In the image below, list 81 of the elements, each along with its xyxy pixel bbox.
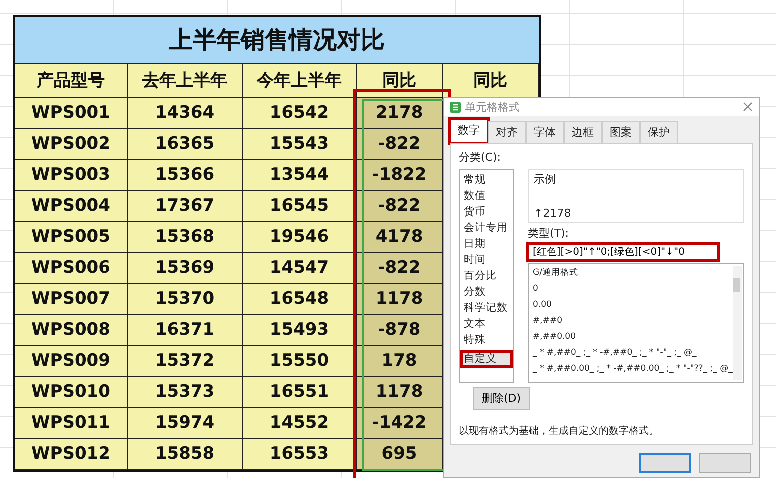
table-cell: -822 (357, 129, 443, 160)
category-item[interactable]: 数值 (460, 188, 513, 204)
table-cell: WPS010 (15, 377, 128, 408)
format-item[interactable]: #,##0 (533, 314, 562, 328)
category-item[interactable]: 文本 (460, 316, 513, 332)
category-item[interactable]: 百分比 (460, 268, 513, 284)
table-cell: WPS007 (15, 284, 128, 315)
table-cell: 14364 (128, 98, 243, 129)
category-item[interactable]: 自定义 (460, 350, 513, 368)
format-item[interactable]: 0.00 (533, 298, 552, 312)
tab[interactable]: 数字 (450, 119, 488, 143)
type-field[interactable]: [红色][>0]"↑"0;[绿色][<0]"↓"0 (528, 244, 718, 260)
format-item[interactable]: _ * #,##0.00_ ;_ * -#,##0.00_ ;_ * "-"??_ ;_ @_ (533, 362, 733, 376)
app-icon (450, 102, 461, 112)
category-label: 分类(C): (459, 150, 502, 165)
table-cell: WPS004 (15, 191, 128, 222)
table-cell: 1178 (357, 377, 443, 408)
table-cell: 15366 (128, 160, 243, 191)
table-cell: 695 (357, 439, 443, 470)
table-cell: WPS011 (15, 408, 128, 439)
table-cell: 15974 (128, 408, 243, 439)
table-cell: WPS005 (15, 222, 128, 253)
table-cell: 15373 (128, 377, 243, 408)
table-cell: WPS003 (15, 160, 128, 191)
table-cell: 4178 (357, 222, 443, 253)
category-item[interactable]: 分数 (460, 284, 513, 300)
column-header: 产品型号 (15, 64, 128, 98)
close-button[interactable] (743, 102, 753, 112)
tab[interactable]: 对齐 (488, 121, 526, 143)
sample-value: ↑2178 (534, 207, 572, 220)
table-cell: -822 (357, 253, 443, 284)
table-cell: WPS006 (15, 253, 128, 284)
table-cell: 15858 (128, 439, 243, 470)
table-cell: WPS001 (15, 98, 128, 129)
ok-button[interactable] (639, 453, 691, 473)
category-item[interactable]: 时间 (460, 252, 513, 268)
format-list[interactable]: G/通用格式 0 0.00 #,##0 #,##0.00 _ * #,##0_ ;_ * -#,##0_ ;_ * "-"_ ;_ @_ _ * #,##0.00_ ;_ * -#,##0.00_ ;_ * "-"??_ ;_ @_ (528, 263, 744, 383)
table-cell: -1422 (357, 408, 443, 439)
table-cell: WPS008 (15, 315, 128, 346)
column-header: 去年上半年 (128, 64, 243, 98)
category-item[interactable]: 常规 (460, 172, 513, 188)
scrollbar[interactable] (733, 266, 742, 380)
type-label: 类型(T): (528, 226, 570, 241)
category-list[interactable]: 常规 数值 货币 会计专用 日期 时间 百分比 分数 科学记数 文本 特殊 自定义 (459, 169, 514, 383)
tab[interactable]: 保护 (640, 121, 678, 143)
format-item[interactable]: G/通用格式 (533, 266, 578, 280)
table-cell: 15372 (128, 346, 243, 377)
table-cell: 15369 (128, 253, 243, 284)
table-cell: WPS002 (15, 129, 128, 160)
table-cell: 15370 (128, 284, 243, 315)
format-item[interactable]: #,##0.00 (533, 330, 576, 344)
table-title: 上半年销售情况对比 (15, 17, 539, 64)
table-cell: WPS009 (15, 346, 128, 377)
table-cell: -1822 (357, 160, 443, 191)
description-text: 以现有格式为基础，生成自定义的数字格式。 (459, 424, 660, 438)
table-cell: -822 (357, 191, 443, 222)
table-cell: 2178 (357, 98, 443, 129)
sample-label: 示例 (534, 172, 557, 187)
format-item[interactable]: _ * #,##0_ ;_ * -#,##0_ ;_ * "-"_ ;_ @_ (533, 346, 697, 360)
column-header: 今年上半年 (243, 64, 357, 98)
table-cell: 17367 (128, 191, 243, 222)
table-cell: 178 (357, 346, 443, 377)
category-item[interactable]: 货币 (460, 204, 513, 220)
category-item[interactable]: 会计专用 (460, 220, 513, 236)
cancel-button[interactable] (699, 453, 751, 473)
table-cell: 15368 (128, 222, 243, 253)
delete-button[interactable]: 删除(D) (473, 387, 530, 410)
table-cell: 16371 (128, 315, 243, 346)
table-cell: 16365 (128, 129, 243, 160)
format-item[interactable]: 0 (533, 282, 538, 296)
table-cell: 1178 (357, 284, 443, 315)
table-cell: -878 (357, 315, 443, 346)
category-item[interactable]: 日期 (460, 236, 513, 252)
tab[interactable]: 边框 (564, 121, 602, 143)
dialog-title: 单元格格式 (465, 100, 521, 114)
tab[interactable]: 字体 (526, 121, 564, 143)
tab[interactable]: 图案 (602, 121, 640, 143)
category-item[interactable]: 科学记数 (460, 300, 513, 316)
table-cell: WPS012 (15, 439, 128, 470)
scrollbar-thumb[interactable] (733, 278, 740, 292)
category-item[interactable]: 特殊 (460, 332, 513, 348)
